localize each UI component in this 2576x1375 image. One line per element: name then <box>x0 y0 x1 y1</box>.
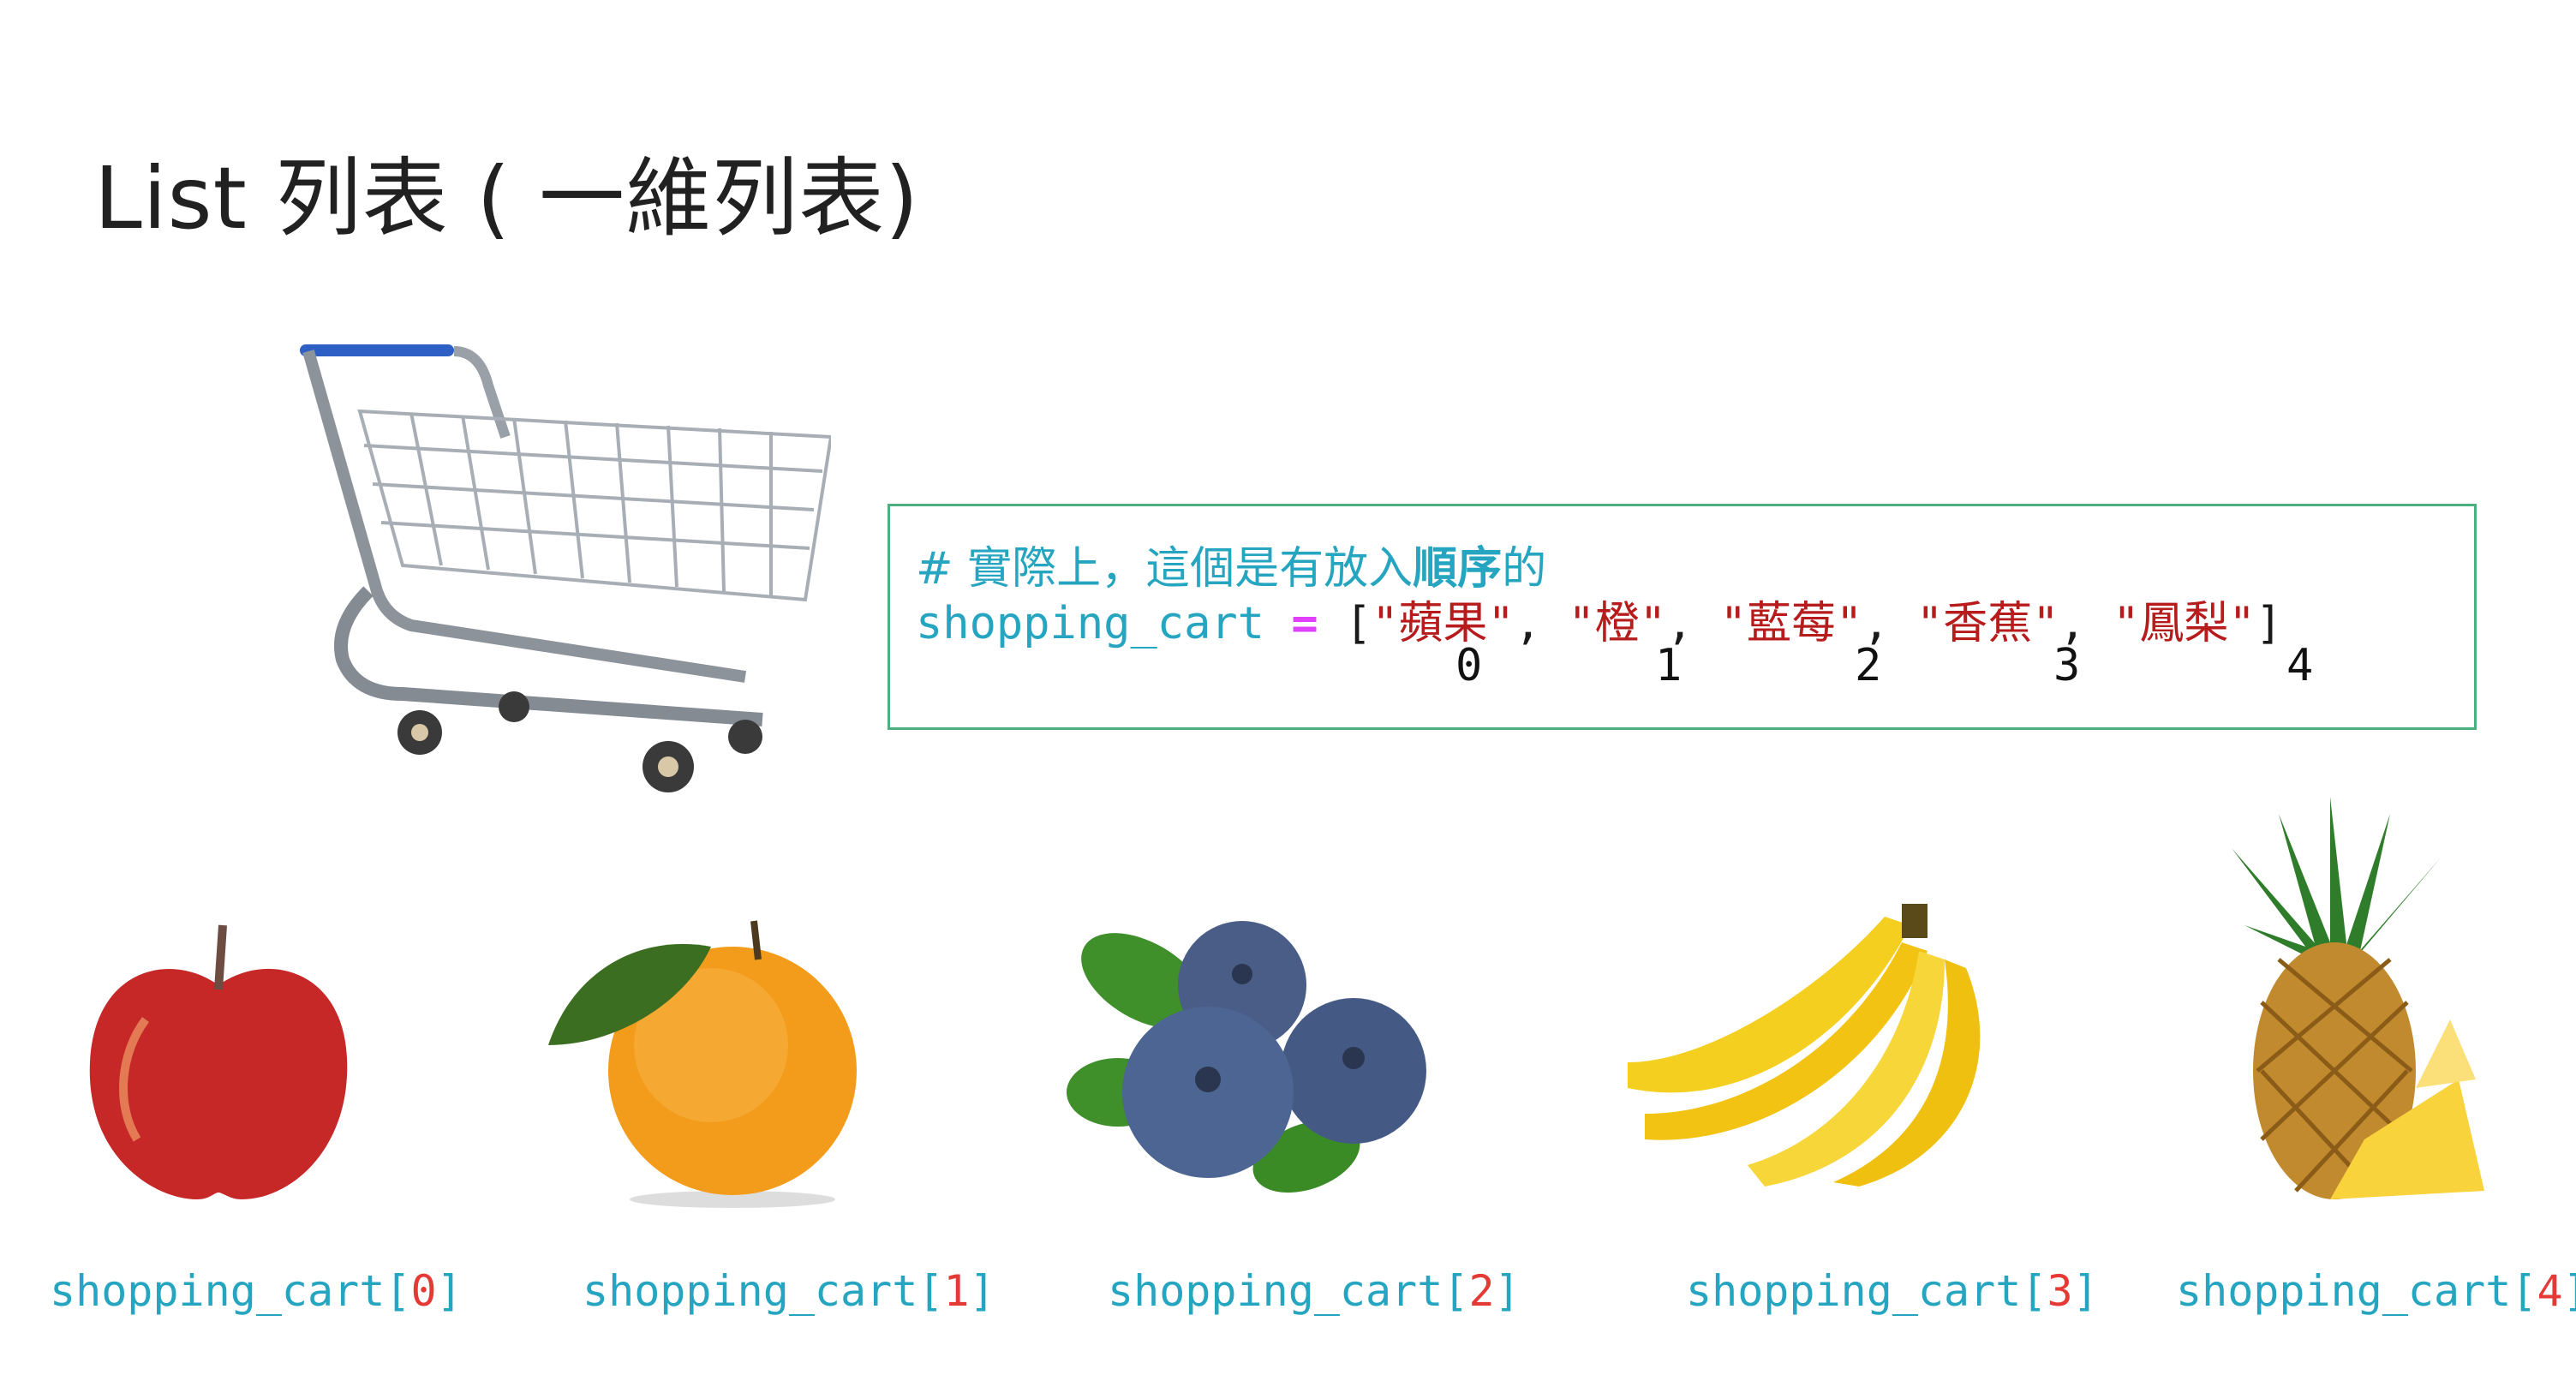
index-3: 3 <box>2053 640 2081 691</box>
index-0: 0 <box>1455 640 1483 691</box>
index-4: 4 <box>2286 640 2314 691</box>
code-string-4: "鳳梨" <box>2113 598 2256 649</box>
code-string-3: "香蕉" <box>1916 598 2059 649</box>
code-string-2: "藍莓" <box>1719 598 1863 649</box>
orange-icon <box>548 920 857 1208</box>
pineapple-icon <box>2232 797 2484 1199</box>
code-box: # 實際上，這個是有放入順序的 shopping_cart = ["蘋果", "… <box>888 504 2477 730</box>
list-index-label-3: shopping_cart[3] <box>1686 1266 2099 1316</box>
banana-icon <box>1628 904 1981 1187</box>
list-index-label-1: shopping_cart[1] <box>583 1266 995 1316</box>
page-title: List 列表 ( 一維列表) <box>94 148 920 248</box>
apple-icon <box>89 924 348 1199</box>
code-string-1: "橙" <box>1568 598 1667 649</box>
list-index-label-0: shopping_cart[0] <box>50 1266 463 1316</box>
index-1: 1 <box>1655 640 1682 691</box>
list-index-label-4: shopping_cart[4] <box>2176 1266 2576 1316</box>
list-index-label-2: shopping_cart[2] <box>1108 1266 1521 1316</box>
code-variable: shopping_cart <box>916 598 1264 649</box>
blueberry-icon <box>1067 921 1426 1193</box>
code-operator: = <box>1291 598 1318 649</box>
index-2: 2 <box>1855 640 1882 691</box>
shopping-cart-icon <box>300 344 831 792</box>
code-string-0: "蘋果" <box>1372 598 1515 649</box>
